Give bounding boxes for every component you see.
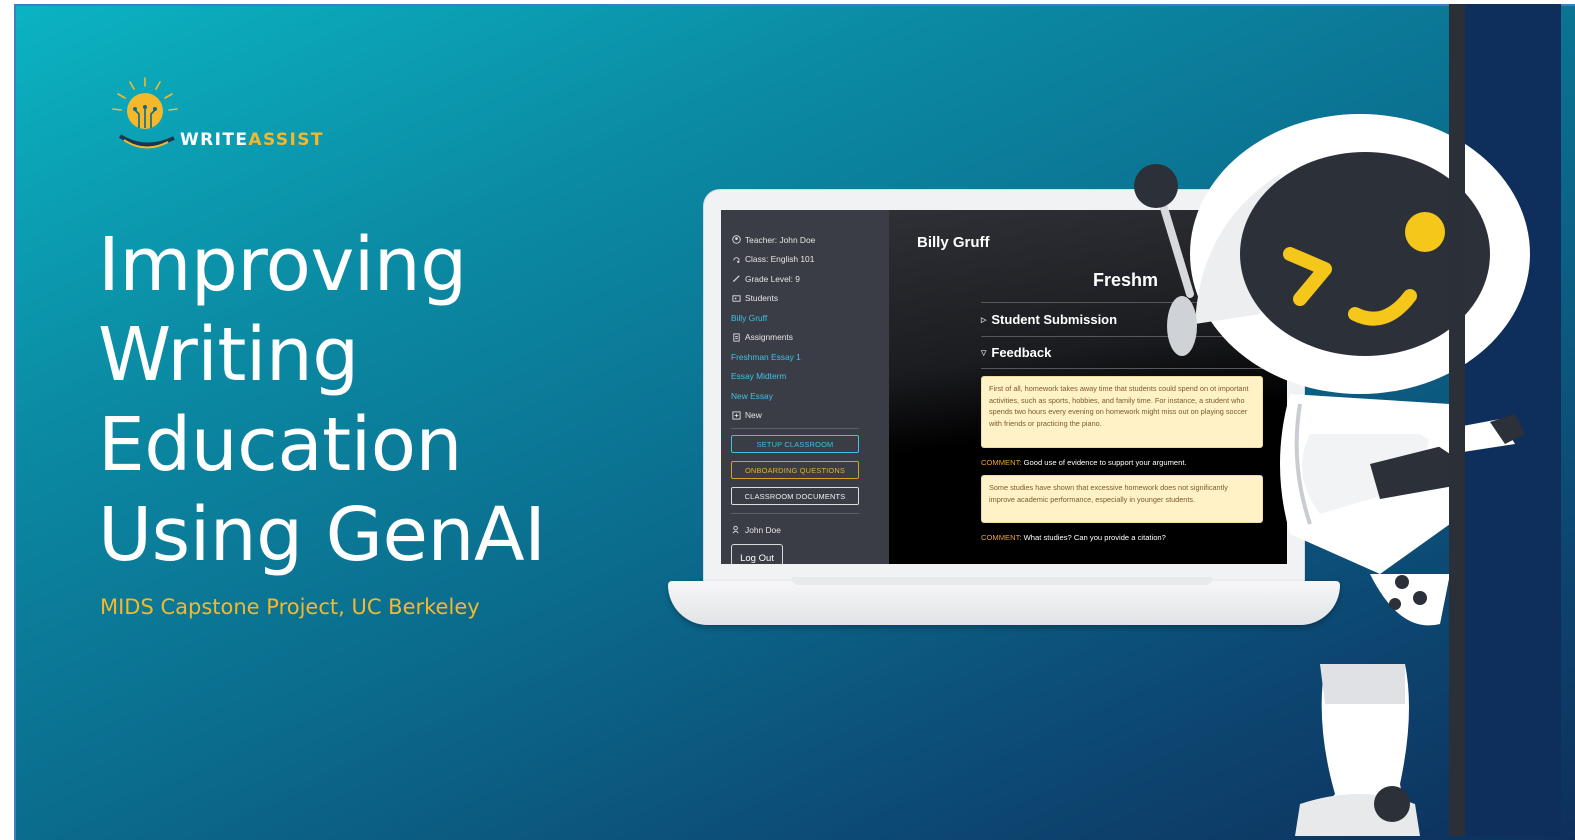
student-name-heading: Billy Gruff	[917, 234, 990, 251]
document-icon	[731, 332, 741, 342]
triangle-right-icon: ▷	[981, 316, 987, 324]
logout-button[interactable]: Log Out	[731, 543, 783, 564]
comment-label: COMMENT:	[981, 533, 1022, 542]
title-line-4: Using GenAI	[98, 492, 546, 578]
triangle-down-icon: ▽	[981, 349, 987, 357]
class-icon	[731, 254, 741, 264]
new-label: New	[745, 410, 762, 421]
slide-subtitle: MIDS Capstone Project, UC Berkeley	[100, 595, 480, 619]
title-line-2: Writing	[98, 312, 359, 398]
brand-assist: ASSIST	[248, 130, 324, 150]
title-line-1: Improving	[98, 222, 467, 308]
students-label: Students	[745, 293, 779, 304]
lightbulb-icon	[112, 77, 178, 149]
comment-label: COMMENT:	[981, 458, 1022, 467]
assignments-label: Assignments	[745, 332, 793, 343]
class-label: Class: English 101	[745, 254, 815, 265]
user-icon	[731, 525, 741, 535]
app-sidebar: Teacher: John Doe Class: English 101 Gra…	[721, 210, 889, 564]
user-circle-icon	[731, 235, 741, 245]
user-label: John Doe	[745, 524, 781, 535]
title-line-3: Education	[98, 402, 462, 488]
grade-label: Grade Level: 9	[745, 273, 800, 284]
brand-wordmark: WRITEASSIST	[180, 130, 324, 150]
sidebar-divider-2	[731, 513, 859, 514]
sidebar-assignment-new-essay[interactable]: New Essay	[731, 386, 879, 406]
feedback-toggle[interactable]: ▽ Feedback	[981, 345, 1051, 360]
plus-square-icon	[731, 410, 741, 420]
sidebar-divider	[731, 428, 859, 429]
pencil-icon	[731, 274, 741, 284]
sidebar-user: John Doe	[731, 520, 879, 540]
sidebar-grade: Grade Level: 9	[731, 269, 879, 289]
student-submission-toggle[interactable]: ▷ Student Submission	[981, 312, 1117, 327]
vertical-pole	[1449, 4, 1465, 836]
sidebar-students-header: Students	[731, 289, 879, 309]
submission-label: Student Submission	[991, 312, 1118, 327]
writeassist-logo: WRITEASSIST	[110, 76, 350, 166]
sidebar-class: Class: English 101	[731, 250, 879, 270]
teacher-label: Teacher: John Doe	[745, 234, 816, 245]
sidebar-assignment-freshman-essay-1[interactable]: Freshman Essay 1	[731, 347, 879, 367]
classroom-documents-button[interactable]: CLASSROOM DOCUMENTS	[731, 487, 859, 505]
onboarding-questions-button[interactable]: ONBOARDING QUESTIONS	[731, 461, 859, 479]
sidebar-assignment-essay-midterm[interactable]: Essay Midterm	[731, 367, 879, 387]
sidebar-assignments-header: Assignments	[731, 328, 879, 348]
sidebar-new-assignment[interactable]: New	[731, 406, 879, 426]
slide-title: Improving Writing Education Using GenAI	[98, 220, 658, 580]
brand-write: WRITE	[180, 130, 249, 150]
sidebar-student-billy-gruff[interactable]: Billy Gruff	[731, 308, 879, 328]
students-icon	[731, 293, 741, 303]
robot-mascot-icon	[1134, 114, 1530, 836]
setup-classroom-button[interactable]: SETUP CLASSROOM	[731, 435, 859, 453]
sidebar-teacher: Teacher: John Doe	[731, 230, 879, 250]
feedback-label: Feedback	[991, 345, 1052, 360]
